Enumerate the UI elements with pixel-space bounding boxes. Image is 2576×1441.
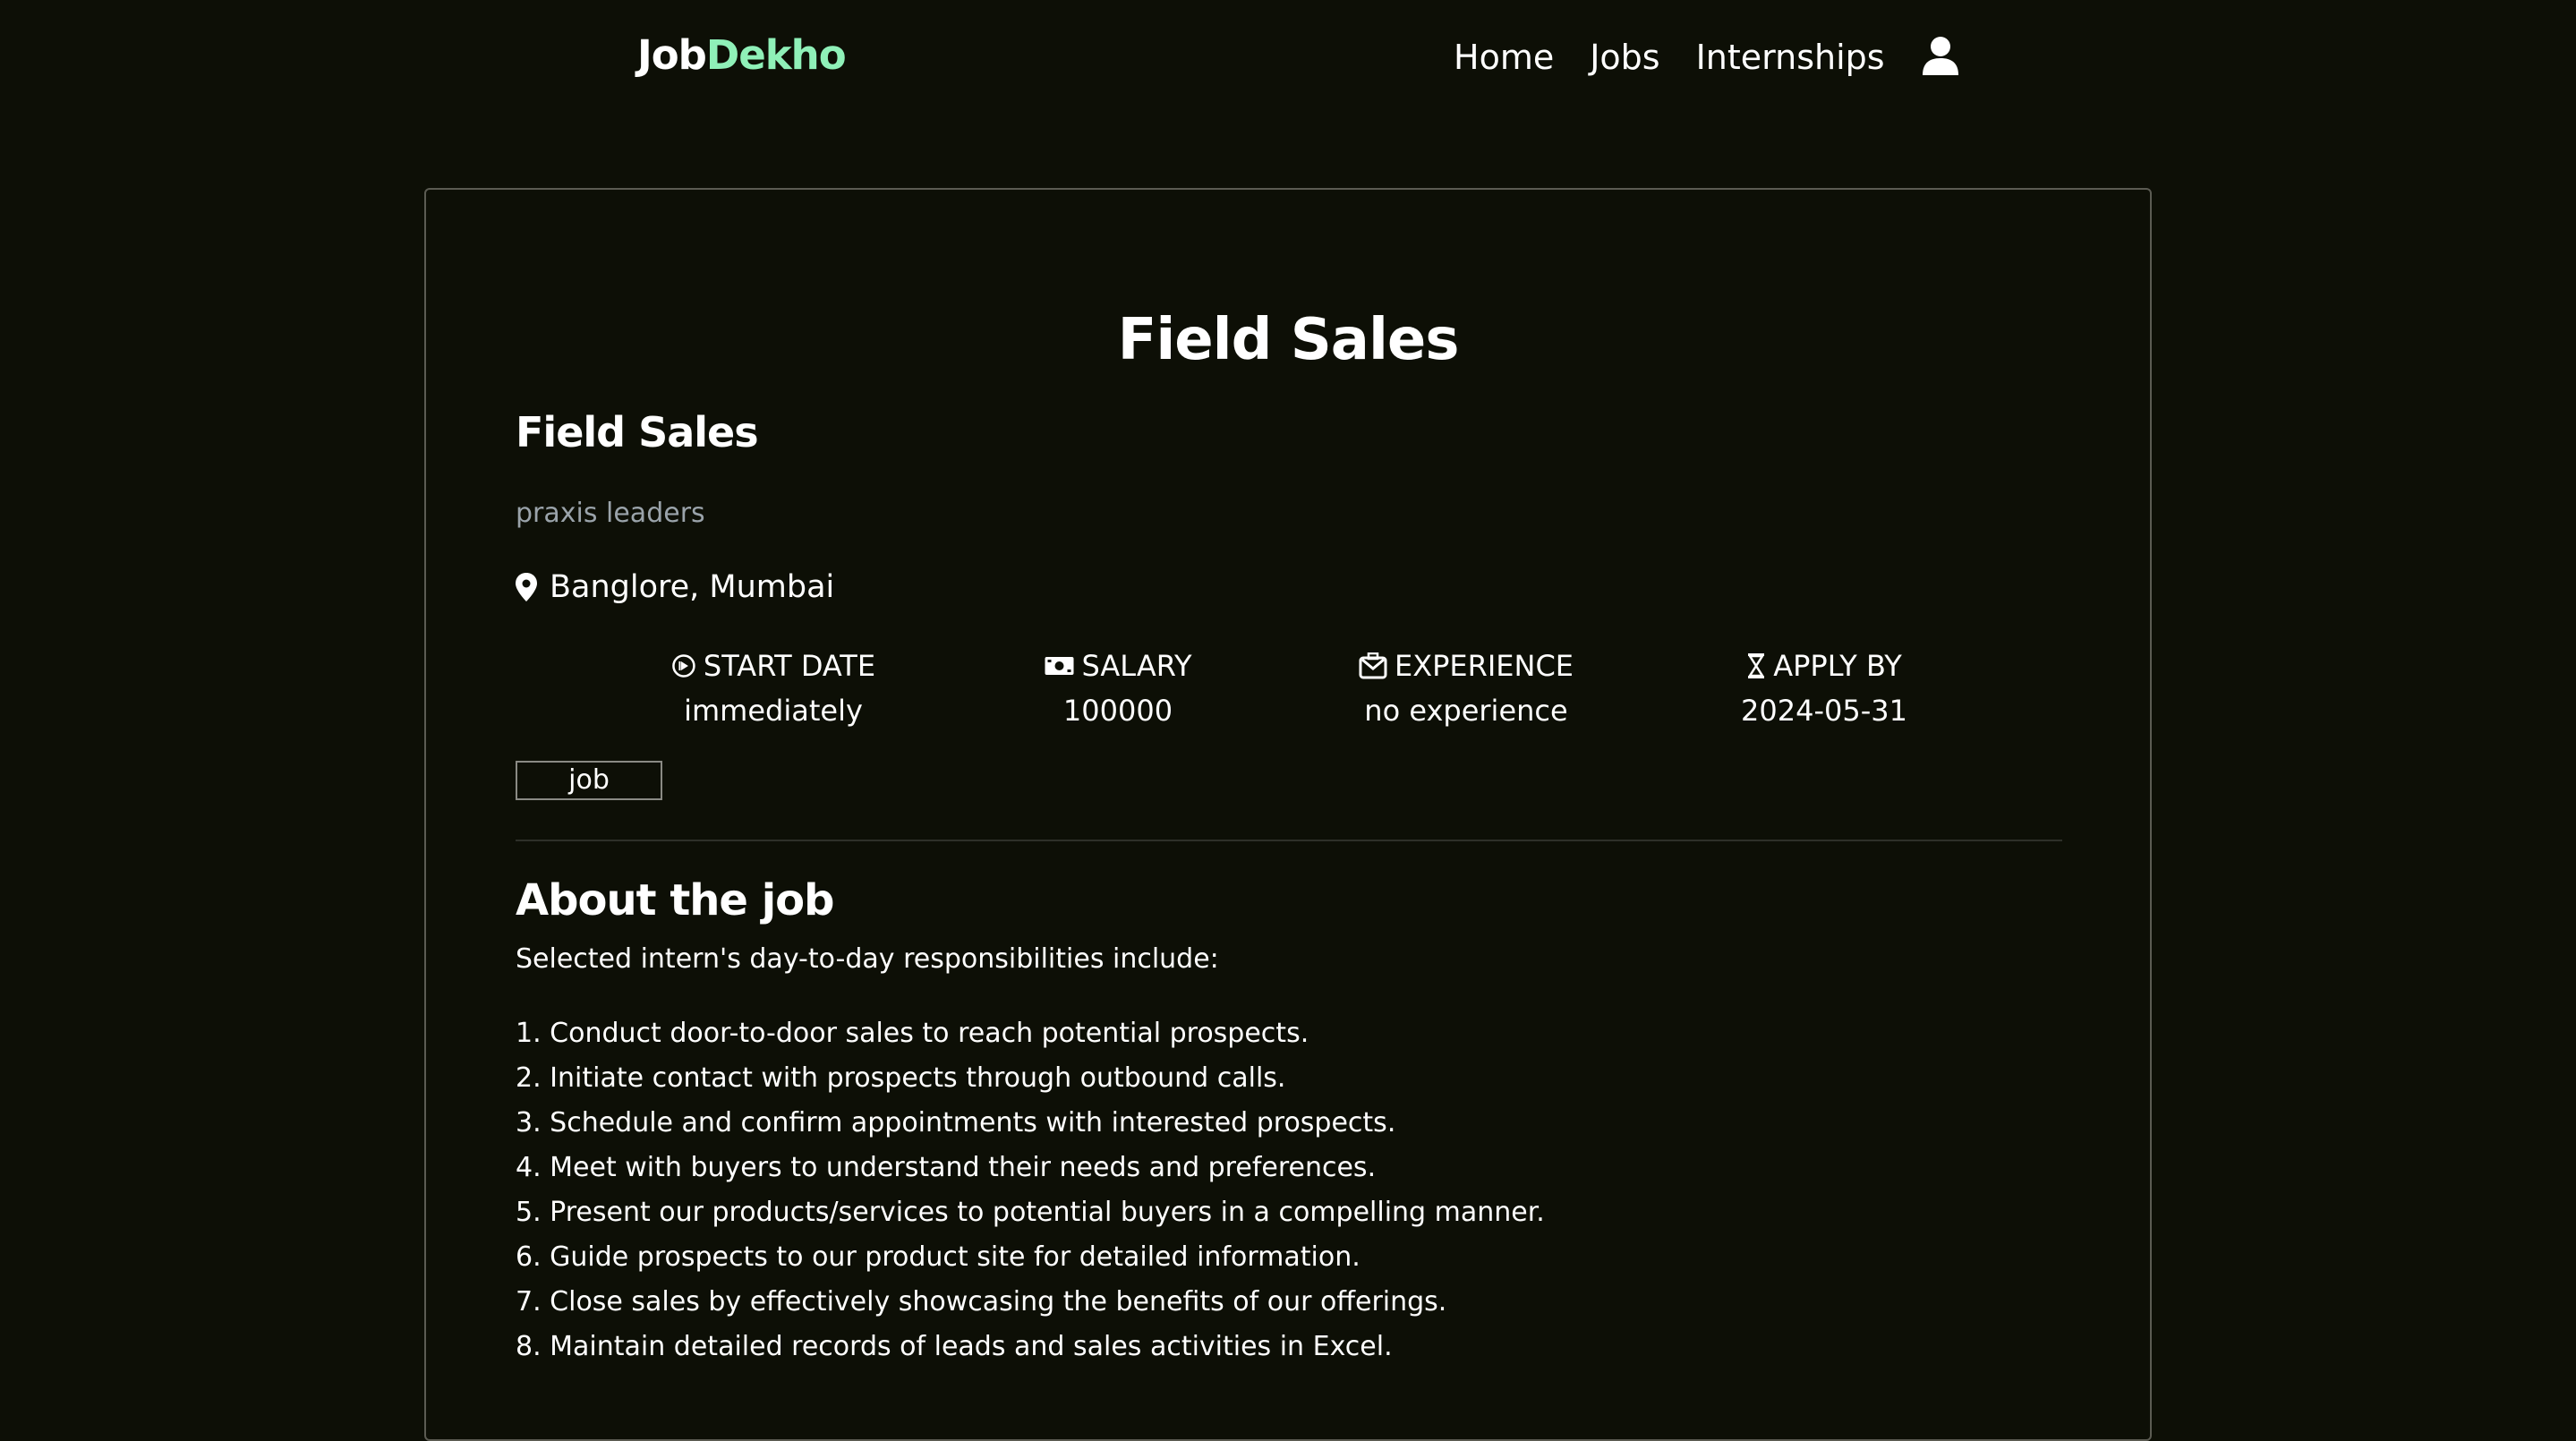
nav-link-jobs[interactable]: Jobs (1590, 32, 1659, 82)
responsibilities-list: 1. Conduct door-to-door sales to reach p… (516, 1011, 1545, 1369)
meta-start-date-value: immediately (684, 694, 863, 728)
brand-logo-part2: Dekho (705, 31, 847, 79)
list-item: 8. Maintain detailed records of leads an… (516, 1331, 1393, 1362)
list-item: 4. Meet with buyers to understand their … (516, 1152, 1377, 1183)
meta-experience-value: no experience (1364, 694, 1568, 728)
job-type-tag: job (516, 761, 662, 800)
job-location: Banglore, Mumbai (516, 566, 834, 609)
meta-experience-label: EXPERIENCE (1394, 649, 1574, 683)
list-item: 1. Conduct door-to-door sales to reach p… (516, 1018, 1309, 1049)
nav-link-internships[interactable]: Internships (1696, 32, 1885, 82)
list-item: 3. Schedule and confirm appointments wit… (516, 1107, 1396, 1138)
about-job-heading: About the job (516, 875, 834, 925)
meta-apply-by-value: 2024-05-31 (1741, 694, 1907, 728)
meta-salary-value: 100000 (1062, 694, 1173, 728)
section-divider (516, 840, 2062, 841)
list-item: 6. Guide prospects to our product site f… (516, 1241, 1361, 1273)
brand-logo[interactable]: JobDekho (637, 30, 847, 81)
job-detail-card: Field Sales Field Sales praxis leaders B… (424, 188, 2152, 1441)
nav-link-home[interactable]: Home (1454, 32, 1554, 82)
about-job-intro: Selected intern's day-to-day responsibil… (516, 943, 1219, 975)
list-item: 2. Initiate contact with prospects throu… (516, 1062, 1286, 1094)
list-item: 5. Present our products/services to pote… (516, 1197, 1545, 1228)
meta-salary-label: SALARY (1081, 649, 1192, 683)
meta-apply-by: APPLY BY 2024-05-31 (1741, 646, 1907, 730)
navbar: JobDekho Home Jobs Internships (0, 0, 2576, 116)
page-title: Field Sales (1117, 307, 1460, 373)
brand-logo-part1: Job (637, 31, 707, 79)
nav-links: Home Jobs Internships (1454, 32, 1921, 82)
list-item: 7. Close sales by effectively showcasing… (516, 1286, 1447, 1317)
location-pin-icon (516, 573, 537, 601)
play-circle-icon (672, 654, 695, 678)
money-icon (1045, 657, 1074, 675)
meta-start-date-label: START DATE (703, 649, 876, 683)
meta-experience: EXPERIENCE no experience (1359, 646, 1574, 730)
company-name: praxis leaders (516, 498, 705, 529)
job-location-text: Banglore, Mumbai (550, 569, 835, 605)
hourglass-icon (1748, 653, 1765, 678)
job-title: Field Sales (516, 408, 759, 456)
user-profile-icon[interactable] (1921, 36, 1960, 75)
meta-salary: SALARY 100000 (1045, 646, 1192, 730)
meta-apply-by-label: APPLY BY (1773, 649, 1902, 683)
meta-start-date: START DATE immediately (671, 646, 875, 730)
briefcase-icon (1359, 652, 1387, 679)
